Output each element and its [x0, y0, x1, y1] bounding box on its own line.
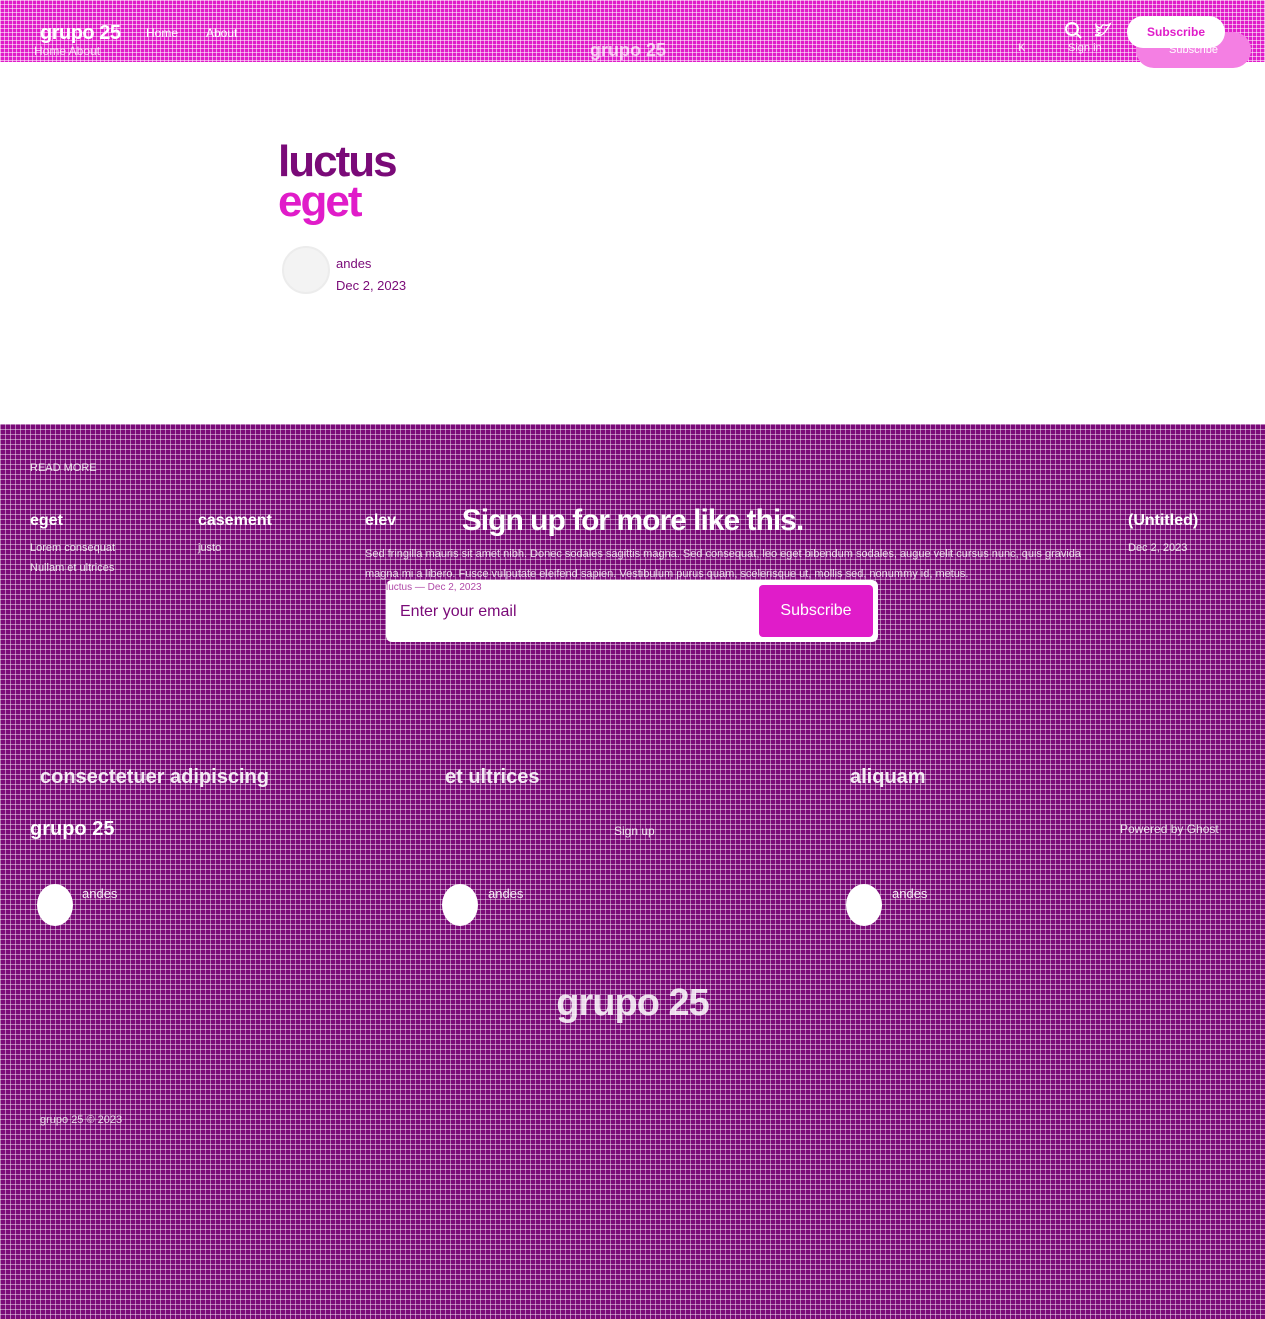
site-logo[interactable]: grupo 25	[40, 22, 121, 45]
signin-link[interactable]: Sign in	[1068, 42, 1102, 54]
article-title-line1: luctus	[278, 137, 398, 186]
article-title: luctus eget	[278, 137, 398, 226]
copyright-text: grupo 25 © 2023	[40, 1114, 123, 1126]
post-excerpt: Sed fringilla mauris sit amet nibh. Done…	[365, 548, 1082, 580]
category-3[interactable]: aliquam	[850, 766, 926, 789]
k-ghost-label: K	[1018, 42, 1026, 54]
article-title-line2: eget	[278, 177, 362, 226]
subscribe-submit-button[interactable]: Subscribe	[759, 585, 873, 637]
category-2[interactable]: et ultrices	[445, 766, 539, 789]
form-ghost-text: luctus — Dec 2, 2023	[386, 582, 482, 593]
related-sub-1b: Nullam et ultrices	[30, 562, 115, 574]
center-logo: grupo 25	[590, 40, 667, 60]
author-avatar-3[interactable]	[846, 884, 882, 926]
nav-about[interactable]: About	[206, 26, 237, 40]
related-sub-4a: Dec 2, 2023	[1128, 542, 1188, 554]
logo-ghost-text: Home About	[34, 44, 101, 58]
related-sub-2a: justo	[198, 542, 222, 554]
author-avatar-2[interactable]	[442, 884, 478, 926]
footer-logo[interactable]: grupo 25	[30, 818, 114, 841]
email-field[interactable]	[400, 598, 750, 626]
nav-home[interactable]: Home	[146, 26, 178, 40]
search-icon[interactable]	[1062, 20, 1084, 42]
author-name-1[interactable]: andes	[82, 886, 117, 901]
site-footer: READ MORE eget Lorem consequat Nullam et…	[0, 424, 1265, 1319]
author-name-3[interactable]: andes	[892, 886, 927, 901]
related-sub-1a: Lorem consequat	[30, 542, 115, 554]
site-header: grupo 25 Home About Home About grupo 25 …	[0, 0, 1265, 68]
author-avatar-1[interactable]	[37, 884, 73, 926]
signup-form: luctus — Dec 2, 2023 Subscribe	[386, 580, 878, 642]
signup-link[interactable]: Sign up	[614, 824, 655, 838]
read-more-label: READ MORE	[30, 462, 97, 474]
post-date: Dec 2, 2023	[336, 278, 407, 293]
footer-big-logo[interactable]: grupo 25	[0, 982, 1265, 1025]
twitter-icon[interactable]	[1092, 20, 1114, 42]
powered-by-link[interactable]: Powered by Ghost	[1120, 822, 1219, 836]
subscribe-button[interactable]: Subscribe	[1127, 16, 1225, 48]
author-name[interactable]: andes	[336, 256, 371, 271]
category-1[interactable]: consectetuer adipiscing	[40, 766, 269, 789]
signup-title: Sign up for more like this.	[461, 504, 804, 537]
author-name-2[interactable]: andes	[488, 886, 523, 901]
avatar[interactable]	[282, 246, 330, 294]
